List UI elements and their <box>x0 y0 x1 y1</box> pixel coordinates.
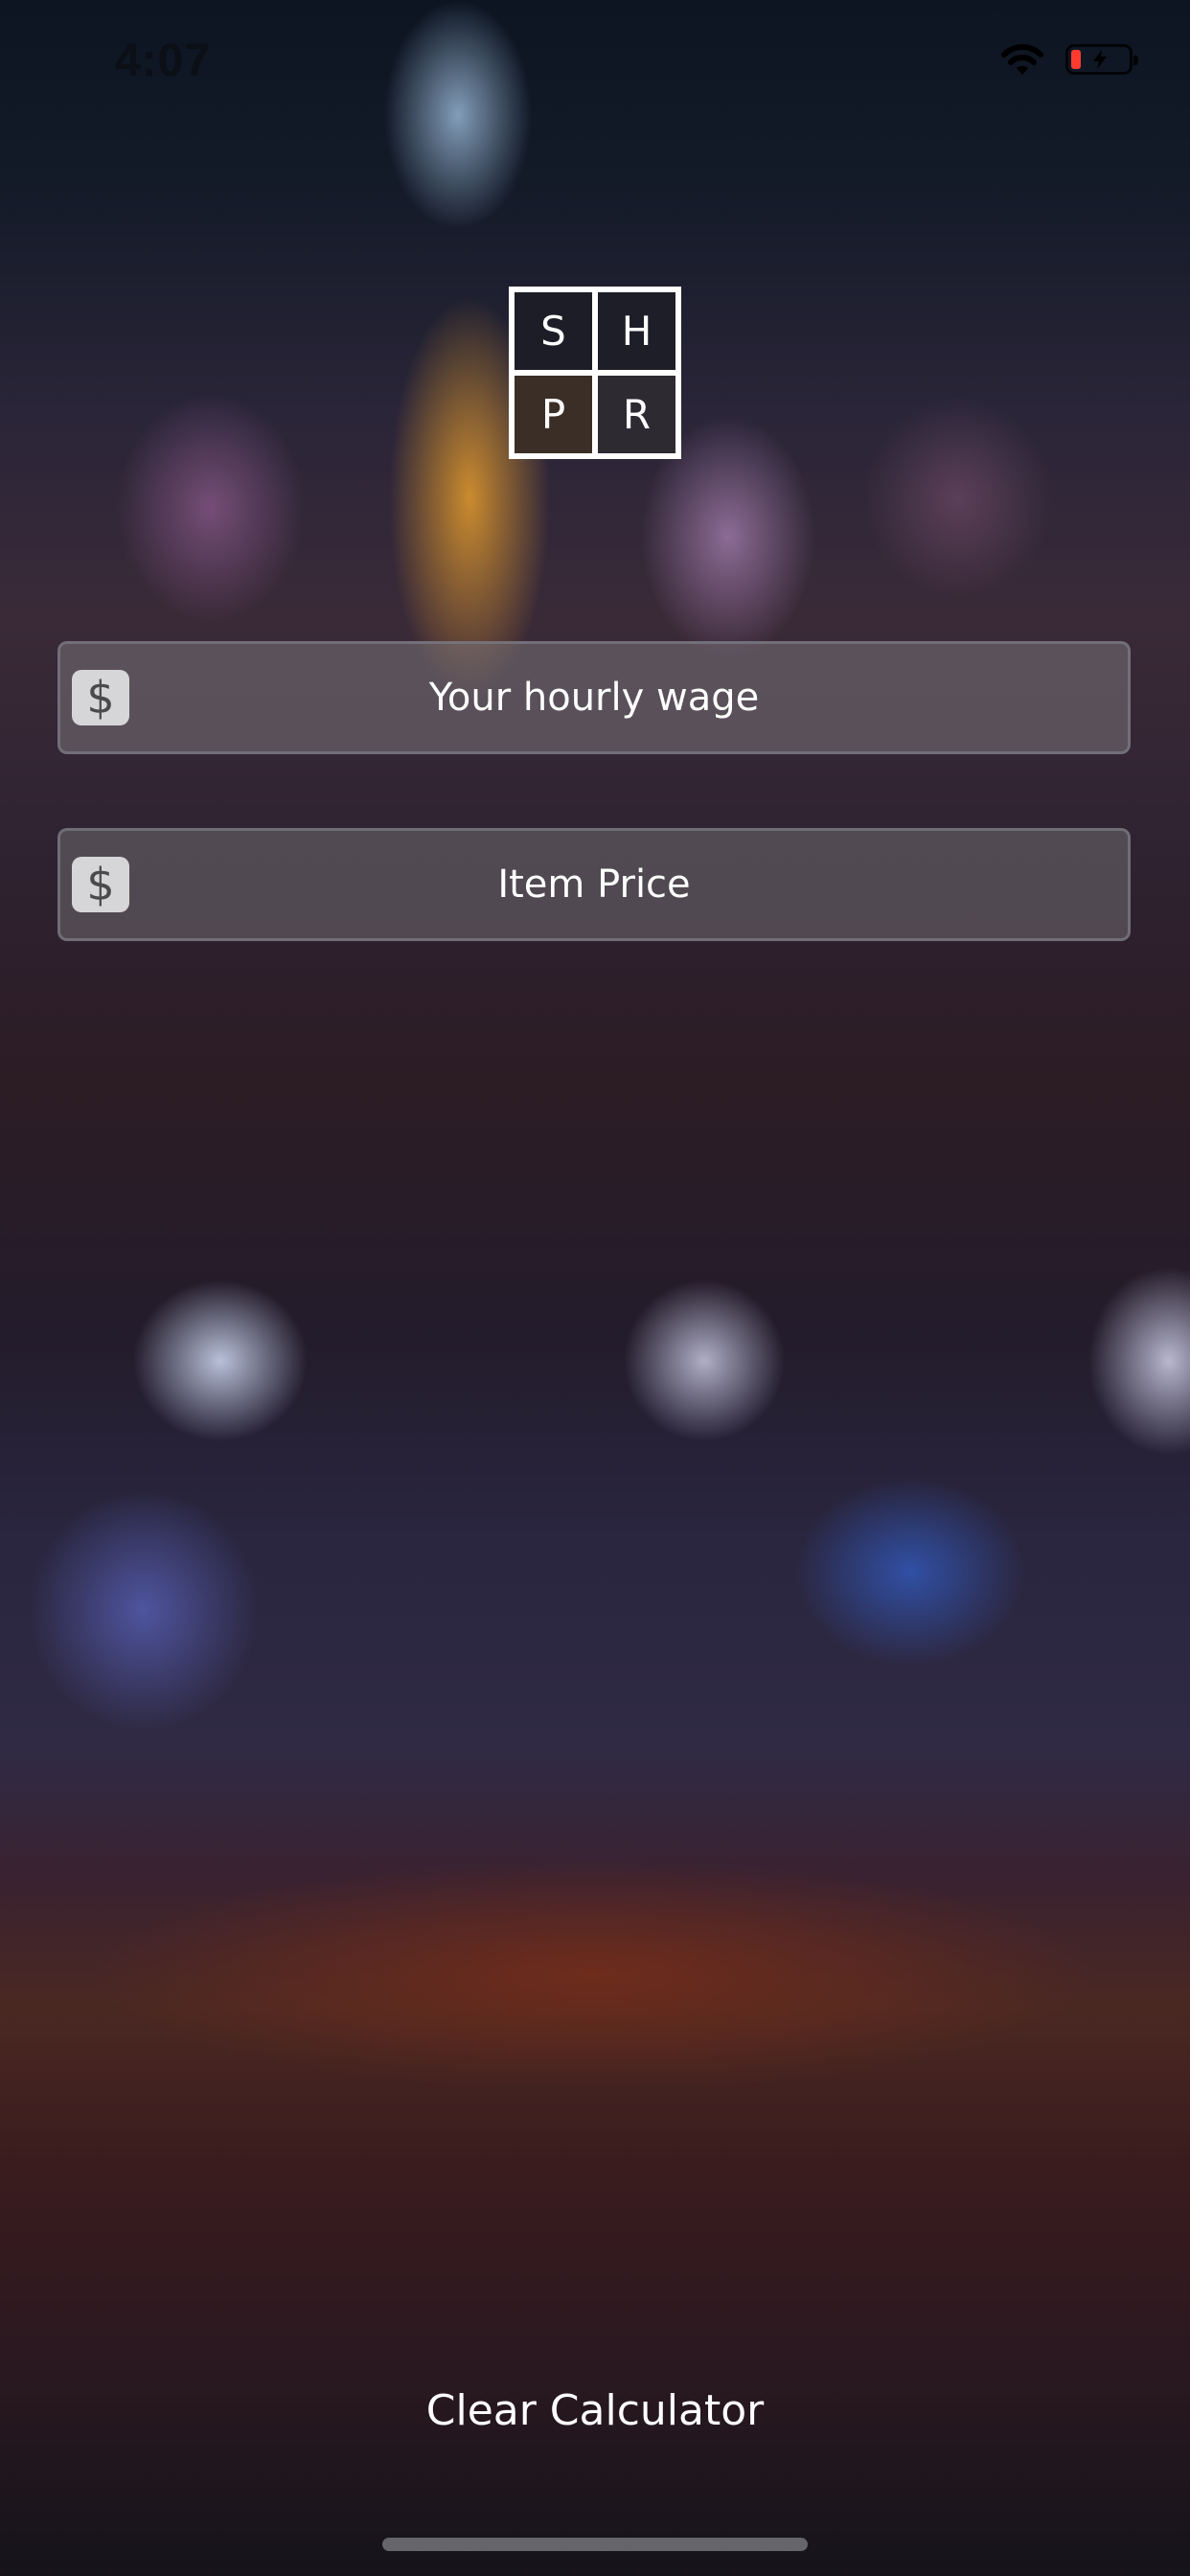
battery-level-fill <box>1071 50 1081 69</box>
dollar-sign-icon: $ <box>72 670 129 725</box>
logo-letter-s: S <box>515 292 592 370</box>
logo-letter-p: P <box>515 376 592 453</box>
item-price-input[interactable] <box>147 831 1041 938</box>
wifi-icon <box>998 42 1046 77</box>
logo-letter-r: R <box>598 376 675 453</box>
hourly-wage-field[interactable]: $ <box>57 641 1131 754</box>
logo-letter-h: H <box>598 292 675 370</box>
charging-bolt-icon <box>1089 49 1110 75</box>
dollar-sign-icon: $ <box>72 857 129 912</box>
item-price-field[interactable]: $ <box>57 828 1131 941</box>
status-time: 4:07 <box>115 35 212 86</box>
battery-charging-icon <box>1065 44 1138 75</box>
clear-calculator-button[interactable]: Clear Calculator <box>0 2386 1190 2435</box>
app-screen: 4:07 S H P R $ $ <box>0 0 1190 2576</box>
battery-tip <box>1133 56 1138 65</box>
status-indicators <box>998 42 1138 77</box>
home-indicator[interactable] <box>382 2538 808 2551</box>
app-logo: S H P R <box>509 287 681 459</box>
hourly-wage-input[interactable] <box>147 644 1041 751</box>
